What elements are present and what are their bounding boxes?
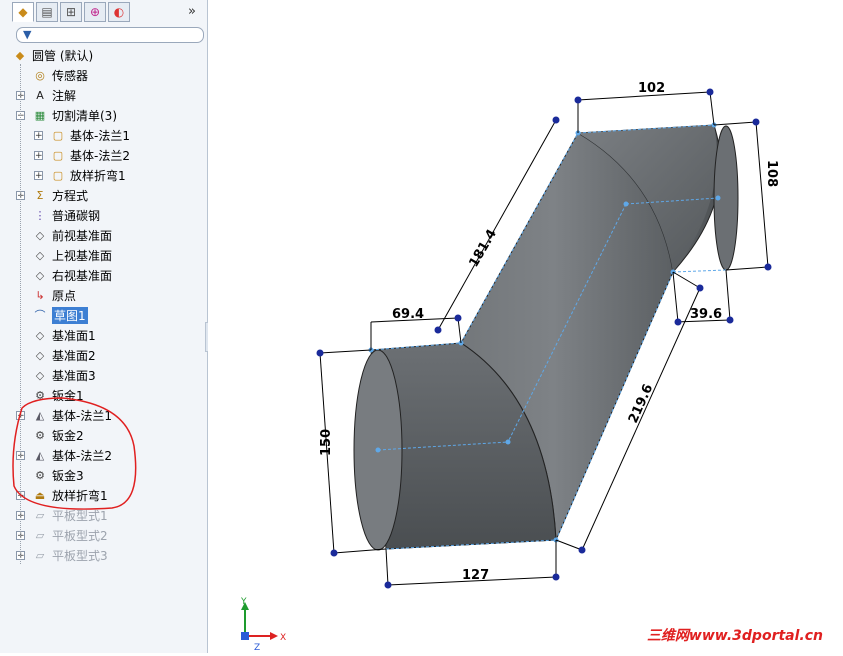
tree-item-label: 传感器 <box>52 68 89 83</box>
tree-item[interactable]: ◇ 前视基准面 <box>32 226 112 244</box>
tree-item-label: 基体-法兰1 <box>70 128 130 143</box>
dimxpert-tab[interactable]: ⊕ <box>84 2 106 22</box>
tree-item-label: 原点 <box>52 288 77 303</box>
tree-item[interactable]: ◇ 右视基准面 <box>32 266 112 284</box>
dimension-219-6[interactable]: 219.6 <box>626 382 656 426</box>
tree-item[interactable]: ↳ 原点 <box>32 286 76 304</box>
tree-item[interactable]: ⋮ 普通碳钢 <box>32 206 101 224</box>
property-manager-tab[interactable]: ▤ <box>36 2 58 22</box>
display-manager-tab[interactable]: ◐ <box>108 2 130 22</box>
display-manager-icon: ◐ <box>113 5 125 19</box>
tree-item[interactable]: ▦ 切割清单(3) <box>32 106 117 124</box>
expand-toggle[interactable]: + <box>34 151 43 161</box>
expand-toggle[interactable]: + <box>34 171 43 181</box>
tree-item-label: 草图1 <box>52 306 88 324</box>
tree-item[interactable]: ▢ 基体-法兰2 <box>50 146 130 164</box>
sensor-icon: ◎ <box>35 68 45 82</box>
coordinate-triad: Y X Z <box>240 597 286 653</box>
tree-root[interactable]: ◆ 圆管 (默认) <box>12 46 93 64</box>
plane-icon: ◇ <box>35 248 45 262</box>
flat-pattern-icon: ▱ <box>35 548 45 562</box>
triad-y-label: Y <box>240 597 247 607</box>
dimension-39-6[interactable]: 39.6 <box>690 307 722 322</box>
cut-list-icon: ▦ <box>34 108 46 122</box>
plane-icon: ◇ <box>35 228 45 242</box>
cut-list-item-icon: ▢ <box>52 168 64 182</box>
filter-icon: ▼ <box>23 28 32 41</box>
tree-item[interactable]: ◎ 传感器 <box>32 66 88 84</box>
model-view: 102 108 181.4 69.4 39.6 150 219.6 127 Y … <box>240 81 779 653</box>
expand-toggle[interactable]: + <box>34 131 43 141</box>
dimension-127[interactable]: 127 <box>462 568 489 583</box>
sketch-icon: ⌒ <box>34 309 46 322</box>
feature-manager-tab[interactable]: ◆ <box>12 2 34 22</box>
dimension-69-4[interactable]: 69.4 <box>392 307 424 322</box>
tree-item-label: 右视基准面 <box>52 268 113 283</box>
tree-item-label: 前视基准面 <box>52 228 113 243</box>
configuration-manager-icon: ⊞ <box>65 5 77 19</box>
tree-item-label: 上视基准面 <box>52 248 113 263</box>
tree-item-label: 注解 <box>52 88 77 103</box>
dimension-102[interactable]: 102 <box>638 81 665 96</box>
plane-icon: ◇ <box>35 328 45 342</box>
tree-item[interactable]: ◇ 上视基准面 <box>32 246 112 264</box>
red-annotation-circle <box>12 397 137 510</box>
plane-icon: ◇ <box>35 268 45 282</box>
dim-xpert-icon: ⊕ <box>89 5 101 19</box>
pipe-model[interactable] <box>353 124 739 551</box>
property-manager-icon: ▤ <box>41 5 53 19</box>
tree-item-label: 平板型式3 <box>52 548 108 563</box>
plane-icon: ◇ <box>35 348 45 362</box>
cut-list-item-icon: ▢ <box>52 148 64 162</box>
annotation-icon: A <box>36 88 44 102</box>
plane-icon: ◇ <box>35 368 45 382</box>
tree-item-label: 基准面1 <box>52 328 96 343</box>
tree-item-label: 平板型式2 <box>52 528 108 543</box>
configuration-manager-tab[interactable]: ⊞ <box>60 2 82 22</box>
tree-item[interactable]: ◇ 基准面1 <box>32 326 96 344</box>
feature-manager-panel: ◆ ▤ ⊞ ⊕ ◐ » ▼ ◆ 圆管 (默认) ◎ 传感器 + A 注解 − ▦ 切割清单(3) +… <box>0 0 213 653</box>
tree-item[interactable]: A 注解 <box>32 86 76 104</box>
flat-pattern-icon: ▱ <box>35 528 45 542</box>
tree-item[interactable]: ▱ 平板型式2 <box>32 526 108 544</box>
dimension-108[interactable]: 108 <box>764 160 779 187</box>
tree-item-label: 基准面3 <box>52 368 96 383</box>
watermark-text: 三维网www.3dportal.cn <box>646 628 823 644</box>
tree-item-label: 圆管 (默认) <box>32 48 94 63</box>
tree-item[interactable]: ▢ 放样折弯1 <box>50 166 126 184</box>
tree-item[interactable]: ◇ 基准面3 <box>32 366 96 384</box>
tree-item-label: 切割清单(3) <box>52 108 117 123</box>
filter-input[interactable]: ▼ <box>16 27 204 43</box>
tree-item[interactable]: Σ 方程式 <box>32 186 89 204</box>
equation-icon: Σ <box>36 188 44 202</box>
tree-item[interactable]: ◇ 基准面2 <box>32 346 96 364</box>
tree-item[interactable]: ▢ 基体-法兰1 <box>50 126 130 144</box>
material-icon: ⋮ <box>34 208 46 222</box>
origin-icon: ↳ <box>35 288 45 302</box>
panel-tabs: ◆ ▤ ⊞ ⊕ ◐ <box>12 2 130 24</box>
tree-item-label: 放样折弯1 <box>70 168 126 183</box>
dimension-181-4[interactable]: 181.4 <box>466 227 500 270</box>
triad-z-label: Z <box>254 643 260 653</box>
tree-item-label: 方程式 <box>52 188 89 203</box>
graphics-area[interactable]: 102 108 181.4 69.4 39.6 150 219.6 127 Y … <box>208 0 843 653</box>
part-icon: ◆ <box>18 5 28 19</box>
tree-item[interactable]: ⌒ 草图1 <box>32 306 88 324</box>
dimension-150[interactable]: 150 <box>319 429 334 456</box>
triad-x-label: X <box>280 633 286 643</box>
cut-list-item-icon: ▢ <box>52 128 64 142</box>
more-tabs-button[interactable]: » <box>188 4 196 19</box>
tree-item-label: 基准面2 <box>52 348 96 363</box>
tree-item-label: 基体-法兰2 <box>70 148 130 163</box>
tree-item[interactable]: ▱ 平板型式3 <box>32 546 108 564</box>
tree-item-label: 普通碳钢 <box>52 208 101 223</box>
part-icon: ◆ <box>15 48 25 62</box>
